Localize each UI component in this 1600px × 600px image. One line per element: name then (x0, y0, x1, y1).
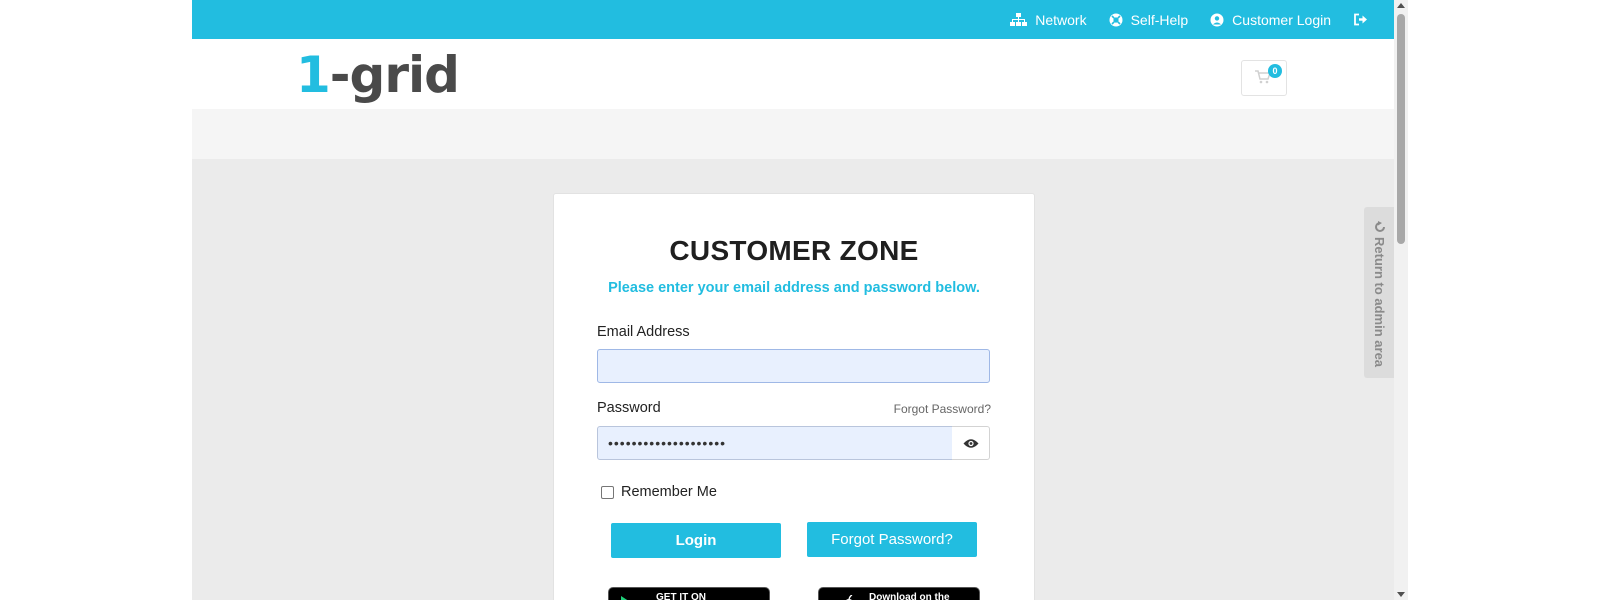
return-to-admin-label: Return to admin area (1372, 237, 1387, 368)
scroll-up-arrow[interactable] (1397, 3, 1405, 8)
app-store-text: Download on the (869, 592, 950, 600)
cart-count-badge: 0 (1268, 64, 1282, 78)
customer-login-link[interactable]: Customer Login (1210, 12, 1331, 28)
customer-login-label: Customer Login (1232, 11, 1331, 28)
page-scrollbar[interactable] (1394, 0, 1408, 600)
network-label: Network (1035, 11, 1087, 28)
logo-part-one: 1 (296, 46, 331, 104)
eye-icon (963, 438, 978, 448)
return-to-admin-content: Return to admin area (1372, 221, 1387, 367)
login-instructions: Please enter your email address and pass… (608, 280, 980, 296)
email-field[interactable] (597, 349, 990, 383)
password-label: Password (597, 400, 661, 416)
play-store-icon (621, 596, 628, 600)
self-help-link[interactable]: Self-Help (1109, 11, 1189, 28)
return-to-admin-tab[interactable]: Return to admin area (1364, 207, 1394, 378)
google-play-text: GET IT ON (656, 592, 706, 600)
logo-part-two: -grid (329, 46, 460, 104)
user-circle-icon (1210, 13, 1224, 26)
top-bar: Network Self-Help Customer Login (192, 0, 1394, 39)
forgot-password-link[interactable]: Forgot Password? (894, 402, 991, 416)
page: Network Self-Help Customer Login 1-grid … (192, 0, 1394, 600)
network-link[interactable]: Network (1010, 11, 1087, 28)
site-header: 1-grid 0 (192, 39, 1394, 109)
scroll-down-arrow[interactable] (1397, 592, 1405, 597)
login-card: CUSTOMER ZONE Please enter your email ad… (553, 193, 1035, 600)
apple-icon (846, 595, 853, 600)
password-field[interactable] (597, 426, 953, 460)
show-password-button[interactable] (952, 426, 990, 460)
sitemap-icon (1010, 12, 1028, 26)
login-button[interactable]: Login (611, 523, 781, 558)
remember-me-label: Remember Me (621, 484, 717, 500)
scroll-thumb[interactable] (1397, 14, 1405, 244)
lifebuoy-icon (1109, 13, 1123, 26)
page-title: CUSTOMER ZONE (669, 235, 919, 266)
sub-bar (192, 109, 1394, 159)
logo[interactable]: 1-grid (296, 46, 460, 104)
remember-me-checkbox[interactable] (601, 485, 614, 499)
top-links: Network Self-Help Customer Login (988, 0, 1368, 39)
remember-me[interactable]: Remember Me (601, 484, 717, 500)
undo-icon (1374, 221, 1385, 232)
cart-button[interactable]: 0 (1241, 60, 1287, 96)
google-play-badge[interactable]: GET IT ON (608, 587, 770, 600)
forgot-password-button[interactable]: Forgot Password? (807, 522, 977, 557)
self-help-label: Self-Help (1130, 11, 1189, 28)
email-label: Email Address (597, 324, 690, 340)
logout-link[interactable] (1353, 13, 1368, 26)
app-store-badge[interactable]: Download on the (818, 587, 980, 600)
sign-out-icon (1354, 13, 1367, 26)
